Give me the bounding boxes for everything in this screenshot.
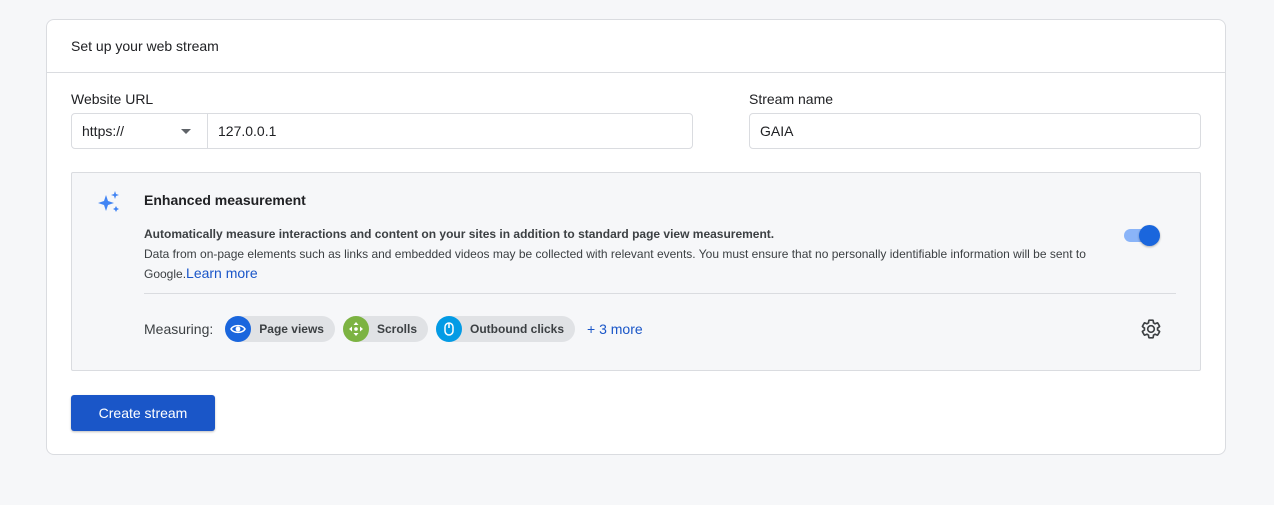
stream-name-box <box>749 113 1201 149</box>
website-url-label: Website URL <box>71 91 154 107</box>
enhanced-measurement-title: Enhanced measurement <box>144 192 306 208</box>
toggle-knob <box>1139 225 1160 246</box>
eye-icon <box>225 316 252 342</box>
divider <box>144 293 1176 294</box>
chip-label: Scrolls <box>376 322 418 336</box>
sparkle-icon <box>98 191 119 212</box>
more-measurements-link[interactable]: + 3 more <box>587 321 643 337</box>
stream-name-input[interactable] <box>750 114 1200 148</box>
chip-label: Page views <box>259 322 324 336</box>
protocol-select[interactable]: https:// <box>72 114 208 148</box>
website-url-group: https:// <box>71 113 693 149</box>
enhanced-measurement-toggle[interactable] <box>1124 224 1160 246</box>
chip-page-views[interactable]: Page views <box>225 316 335 342</box>
measuring-row: Measuring: Page views Scrolls Outbound c… <box>144 316 643 342</box>
learn-more-link[interactable]: Learn more <box>186 265 258 281</box>
website-url-input[interactable] <box>208 114 692 148</box>
chevron-down-icon <box>181 128 191 134</box>
chip-outbound-clicks[interactable]: Outbound clicks <box>436 316 576 342</box>
measuring-label: Measuring: <box>144 321 214 337</box>
stream-name-label: Stream name <box>749 91 834 107</box>
enhanced-measurement-description: Data from on-page elements such as links… <box>144 245 1134 284</box>
card-title: Set up your web stream <box>71 38 219 54</box>
chip-scrolls[interactable]: Scrolls <box>342 316 429 342</box>
chip-label: Outbound clicks <box>470 322 565 336</box>
gear-icon[interactable] <box>1140 318 1162 340</box>
scroll-arrows-icon <box>342 316 369 342</box>
enhanced-measurement-panel: Enhanced measurement Automatically measu… <box>71 172 1201 371</box>
description-text: Data from on-page elements such as links… <box>144 247 1086 281</box>
web-stream-card: Set up your web stream Website URL https… <box>46 19 1226 455</box>
protocol-value: https:// <box>82 123 125 139</box>
mouse-icon <box>436 316 463 342</box>
enhanced-measurement-summary: Automatically measure interactions and c… <box>144 227 775 241</box>
card-header: Set up your web stream <box>47 20 1225 73</box>
create-stream-button[interactable]: Create stream <box>71 395 215 431</box>
